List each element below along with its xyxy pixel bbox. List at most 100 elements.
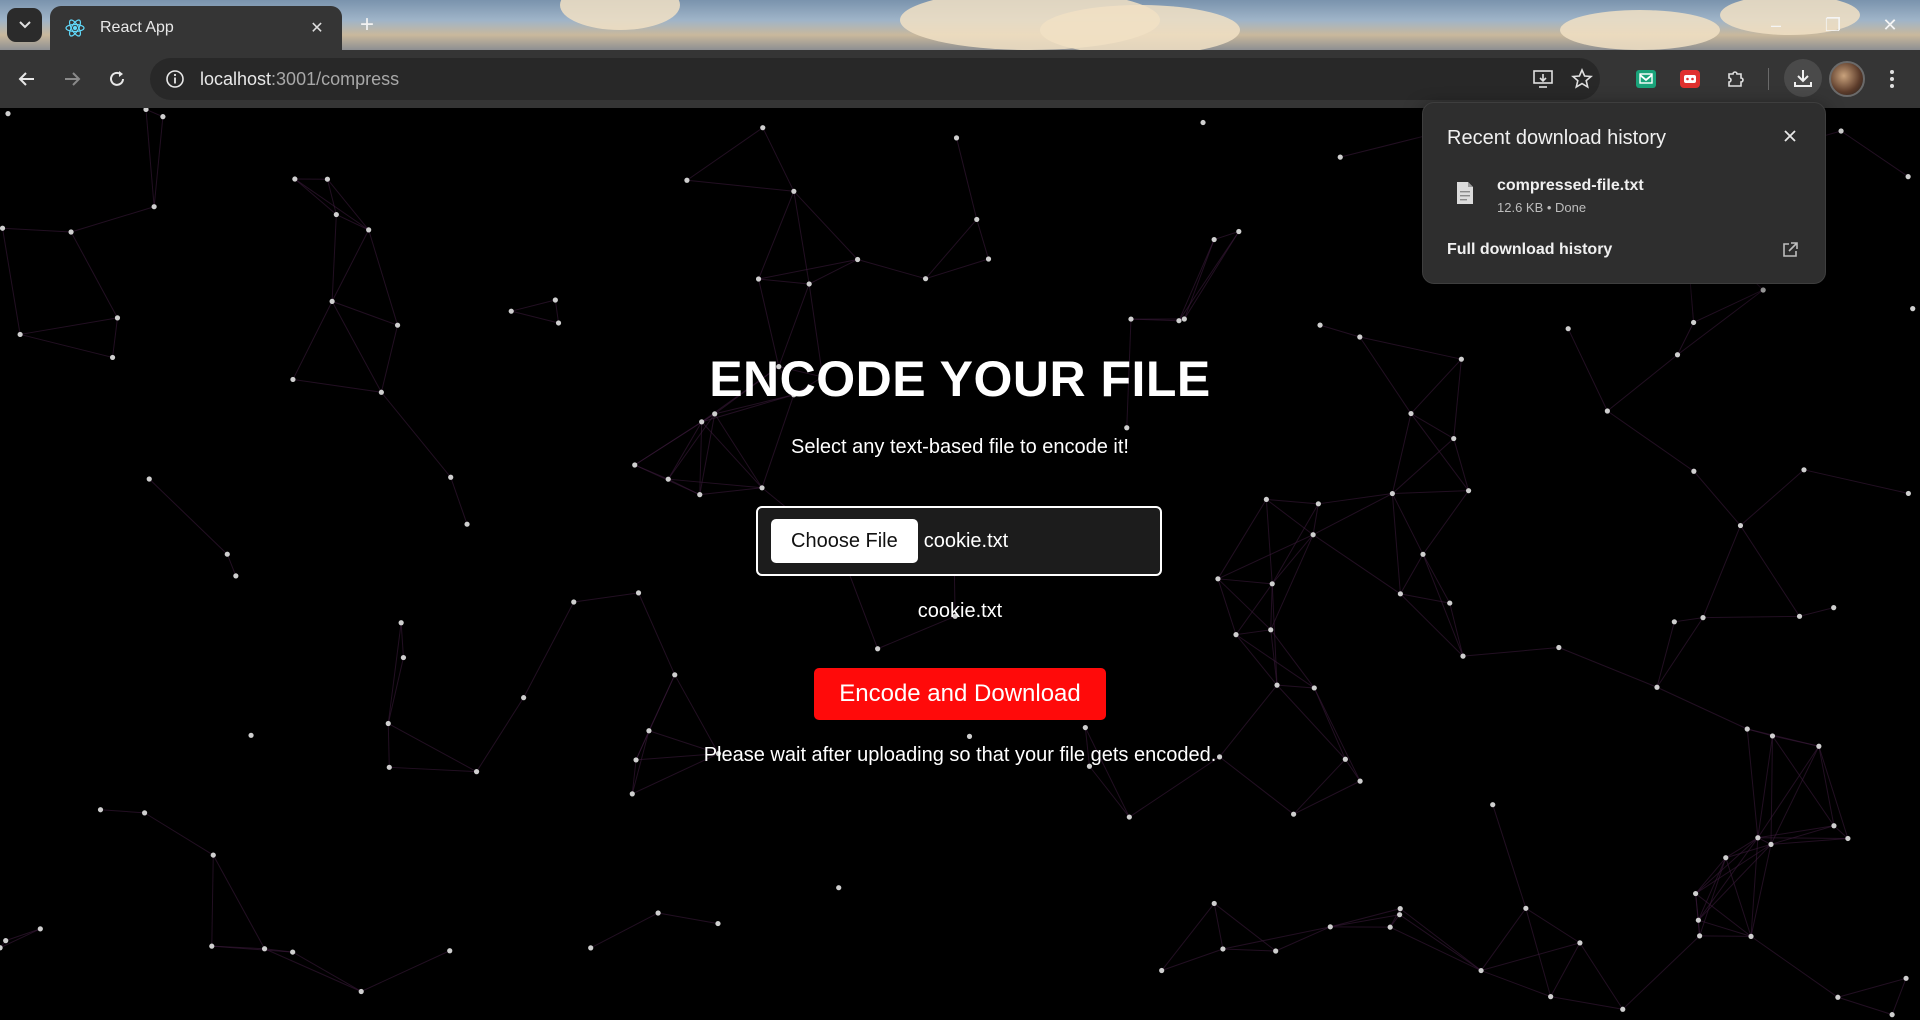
particle-dot [635, 590, 642, 596]
particle-dot [290, 949, 296, 955]
particle-dot [366, 227, 372, 233]
particle-link [1550, 942, 1581, 997]
restore-icon[interactable]: ❐ [1809, 10, 1857, 40]
particle-dot [329, 298, 335, 304]
url-path: :3001/compress [271, 68, 400, 89]
particle-dot [1311, 685, 1317, 691]
particle-dot [1748, 933, 1754, 940]
address-bar[interactable]: localhost:3001/compress [150, 58, 1600, 100]
bookmark-star-icon[interactable] [1565, 62, 1599, 96]
particle-dot [5, 111, 11, 117]
particle-dot [1556, 644, 1562, 651]
particle-dot [855, 256, 861, 263]
encode-and-download-button[interactable]: Encode and Download [814, 668, 1106, 720]
particle-dot [385, 720, 391, 727]
tab-react-app[interactable]: React App ✕ [50, 6, 342, 50]
particle-link [145, 108, 164, 118]
particle-dot [1838, 128, 1844, 134]
particle-dot [394, 322, 401, 328]
back-button[interactable] [10, 62, 44, 96]
particle-dot [1604, 408, 1610, 414]
particle-dot [210, 852, 216, 858]
particle-dot [1769, 733, 1776, 739]
red-extension-icon[interactable] [1673, 62, 1707, 96]
download-item[interactable]: compressed-file.txt 12.6 KB • Done [1423, 169, 1825, 225]
particle-dot [1620, 1006, 1626, 1012]
particle-link [1271, 534, 1314, 585]
open-external-icon[interactable] [1775, 235, 1805, 265]
particle-dot [448, 474, 454, 480]
close-icon[interactable] [1775, 121, 1805, 151]
downloads-button[interactable] [1784, 59, 1822, 97]
particle-dot [1905, 174, 1911, 180]
particle-dot [1176, 318, 1182, 324]
particle-link [264, 948, 362, 992]
particle-dot [632, 462, 638, 468]
particle-dot [248, 732, 254, 738]
forward-button[interactable] [55, 62, 89, 96]
full-download-history-link[interactable]: Full download history [1447, 241, 1612, 259]
particle-link [758, 191, 795, 280]
particle-dot [672, 672, 678, 678]
particle-link [1695, 837, 1759, 894]
close-window-icon[interactable]: ✕ [1866, 10, 1914, 40]
wait-message: Please wait after uploading so that your… [703, 744, 1217, 766]
choose-file-button[interactable]: Choose File [771, 519, 918, 563]
particle-link [1579, 942, 1624, 1010]
particle-dot [875, 646, 881, 652]
particle-link [1271, 583, 1278, 686]
reload-icon [110, 71, 124, 86]
particle-dot [836, 885, 842, 891]
particle-dot [1697, 933, 1703, 939]
particle-dot [1159, 967, 1165, 974]
extensions-puzzle-icon[interactable] [1719, 62, 1753, 96]
particle-link [1213, 903, 1276, 952]
particle-link [1622, 935, 1700, 1010]
particle-dot [1387, 924, 1393, 930]
particle-link [1217, 578, 1273, 585]
particle-dot [1291, 811, 1297, 817]
particle-link [1235, 634, 1278, 686]
particle-link [1389, 926, 1482, 971]
minimize-icon[interactable]: – [1752, 10, 1800, 40]
sky-cloud [560, 0, 680, 30]
particle-dot [0, 945, 3, 951]
particle-link [1178, 231, 1240, 321]
particle-dot [1577, 940, 1583, 946]
tab-close-icon[interactable]: ✕ [306, 18, 328, 38]
particle-dot [114, 315, 121, 321]
particle-link [511, 310, 559, 324]
particle-link [100, 809, 145, 814]
tab-search-button[interactable] [7, 8, 42, 42]
particle-link [511, 299, 556, 312]
particle-dot [697, 492, 703, 498]
particle-dot [1327, 924, 1333, 930]
reload-button[interactable] [100, 62, 134, 96]
particle-dot [646, 728, 652, 734]
new-tab-button[interactable]: + [352, 11, 382, 41]
particle-dot [292, 176, 298, 182]
particle-dot [1211, 900, 1217, 907]
particle-link [226, 554, 237, 577]
particle-link [1695, 843, 1772, 894]
particle-link [1462, 647, 1559, 657]
particle-dot [68, 229, 74, 235]
more-menu-icon[interactable] [1875, 62, 1909, 96]
site-info-icon[interactable] [162, 66, 188, 92]
particle-dot [1397, 906, 1403, 912]
mail-extension-icon[interactable] [1629, 62, 1663, 96]
particle-link [450, 477, 468, 525]
particle-dot [1124, 425, 1130, 431]
particle-link [925, 258, 989, 280]
profile-avatar[interactable] [1829, 61, 1865, 97]
particle-link [925, 219, 978, 280]
install-app-icon[interactable] [1526, 62, 1560, 96]
url-host: localhost [200, 68, 272, 89]
particle-dot [922, 276, 929, 282]
particle-link [1750, 935, 1839, 998]
page-title: ENCODE YOUR FILE [709, 351, 1211, 407]
particle-link [1276, 684, 1315, 689]
file-input[interactable]: Choose File cookie.txt [756, 506, 1162, 576]
particle-dot [1317, 322, 1323, 328]
particle-link [331, 214, 337, 302]
